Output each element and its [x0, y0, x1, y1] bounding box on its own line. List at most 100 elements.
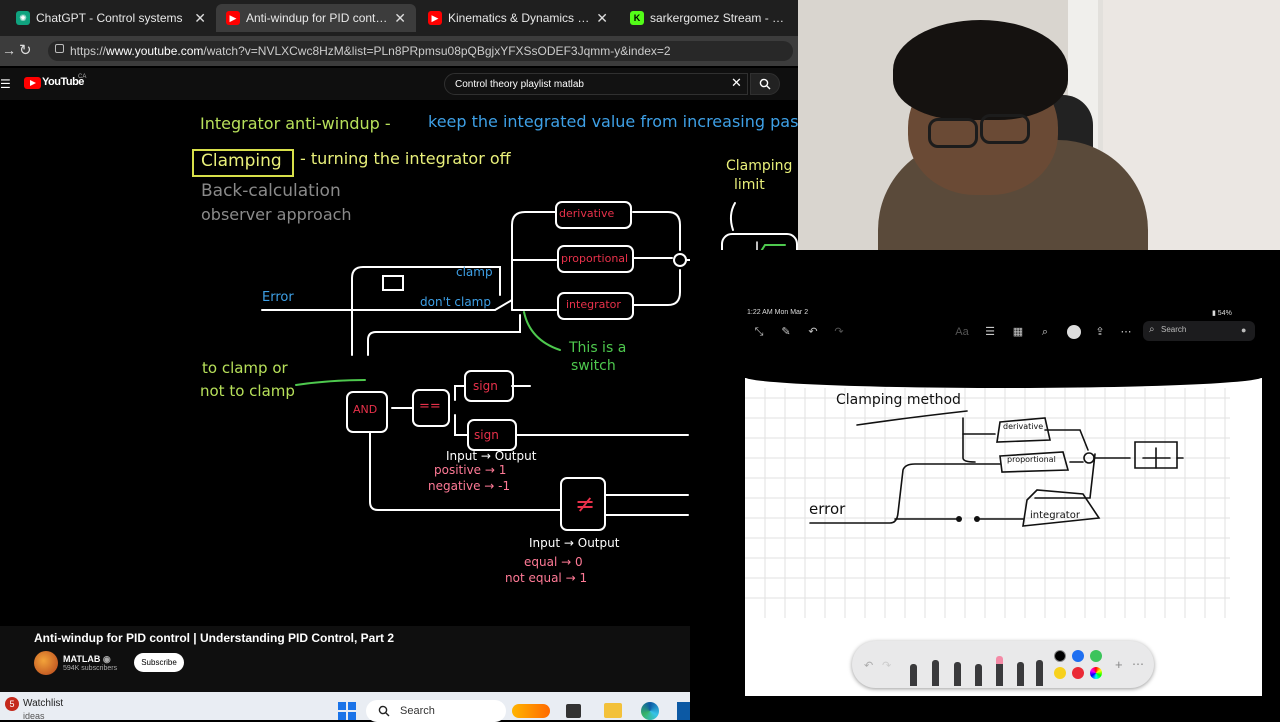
markup-icon[interactable]	[1067, 325, 1081, 339]
table-icon[interactable]: ▦	[1011, 326, 1025, 338]
microphone-icon[interactable]: ●	[1241, 325, 1246, 335]
color-green-swatch[interactable]	[1090, 650, 1102, 662]
tab-kick-stream[interactable]: K sarkergomez Stream - Watch Live	[620, 4, 800, 32]
color-yellow-swatch[interactable]	[1054, 667, 1066, 679]
clamping-limit-label-2: limit	[734, 177, 765, 193]
ipad-time: 1:22 AM	[747, 309, 773, 316]
more-tools-icon[interactable]: ⋯	[1132, 657, 1144, 671]
search-query: Control theory playlist matlab	[455, 79, 584, 90]
menu-icon[interactable]: ☰	[0, 77, 11, 91]
ruler-tool-icon[interactable]	[1036, 660, 1043, 686]
channel-name[interactable]: MATLAB ◉	[63, 654, 111, 665]
sign-block-bottom: sign	[474, 428, 499, 442]
search-input[interactable]: Control theory playlist matlab	[444, 73, 748, 95]
youtube-icon: ▶	[428, 11, 442, 25]
subscribe-button[interactable]: Subscribe	[134, 653, 184, 672]
color-picker-swatch[interactable]	[1090, 667, 1102, 679]
youtube-logo-icon[interactable]	[24, 77, 41, 89]
reload-icon[interactable]: ↻	[19, 41, 32, 59]
ipad-status-battery: ▮ 54%	[1212, 310, 1232, 317]
undo-icon[interactable]: ↶	[806, 326, 820, 338]
undo-icon[interactable]: ↶	[864, 659, 873, 672]
sign-io-header: Input → Output	[446, 449, 537, 463]
fountain-pen-tool-icon[interactable]	[954, 662, 961, 686]
channel-name-text: MATLAB	[63, 654, 101, 664]
task-view-icon[interactable]	[566, 704, 581, 718]
switch-note: This is a	[569, 340, 627, 356]
marker-tool-icon[interactable]	[975, 664, 982, 686]
windows-start-icon[interactable]	[338, 702, 356, 720]
youtube-icon: ▶	[226, 11, 240, 25]
file-explorer-icon[interactable]	[604, 703, 622, 718]
channel-avatar[interactable]	[34, 651, 58, 675]
ipad-date: Mon Mar 2	[774, 309, 809, 316]
clamp-label: clamp	[456, 265, 493, 279]
tab-title: Kinematics & Dynamics of a Partic	[448, 11, 590, 25]
equal-block: ==	[419, 399, 441, 414]
attachment-icon[interactable]: ⌕	[1038, 326, 1052, 338]
block-diagram	[192, 149, 798, 531]
kick-icon: K	[630, 11, 644, 25]
search-highlight-icon[interactable]	[512, 704, 550, 718]
eraser-tool-icon[interactable]	[996, 656, 1003, 686]
back-calculation-label: Back-calculation	[201, 181, 341, 201]
neq-equal-row: equal → 0	[524, 555, 583, 569]
ipad-search-label: Search	[1161, 325, 1187, 334]
color-red-swatch[interactable]	[1072, 667, 1084, 679]
share-icon[interactable]: ⇪	[1093, 326, 1107, 338]
forward-arrow-icon[interactable]: →	[2, 42, 16, 58]
proportional-block: proportional	[561, 252, 629, 265]
lasso-tool-icon[interactable]	[1017, 662, 1024, 686]
note-proportional: proportional	[1007, 455, 1056, 464]
ipad-search-field[interactable]: ⌕ Search ●	[1143, 321, 1255, 341]
subscriber-count: 594K subscribers	[63, 665, 118, 672]
close-tab-icon[interactable]: ✕	[194, 10, 206, 27]
observer-approach-label: observer approach	[201, 205, 352, 224]
close-tab-icon[interactable]: ✕	[596, 10, 608, 27]
search-icon: ⌕	[1149, 324, 1155, 335]
tab-anti-windup[interactable]: ▶ Anti-windup for PID control | Undi ✕	[216, 4, 416, 32]
tab-chatgpt[interactable]: ✺ ChatGPT - Control systems ✕	[6, 4, 216, 32]
heading-keep-value: keep the integrated value from increasin…	[428, 112, 805, 131]
not-equal-block: ≠	[575, 490, 596, 518]
search-button[interactable]	[750, 73, 780, 95]
store-icon[interactable]	[677, 702, 690, 720]
widget-badge-icon[interactable]: 5	[5, 697, 19, 711]
derivative-block: derivative	[559, 207, 615, 220]
chatgpt-icon: ✺	[16, 11, 30, 25]
more-icon[interactable]: ⋯	[1119, 326, 1133, 338]
taskbar-search[interactable]: Search	[366, 700, 506, 722]
url-path: /watch?v=NVLXCwc8HzM&list=PLn8PRpmsu08pQ…	[203, 44, 671, 58]
text-style-icon[interactable]: Aa	[955, 326, 969, 338]
edit-icon[interactable]: ✎	[779, 326, 793, 338]
monoline-tool-icon[interactable]	[932, 660, 939, 686]
collapse-icon[interactable]: ⤡	[752, 326, 766, 338]
tab-kinematics[interactable]: ▶ Kinematics & Dynamics of a Partic ✕	[418, 4, 618, 32]
sign-block-top: sign	[473, 379, 498, 393]
pen-tool-icon[interactable]	[910, 664, 917, 686]
color-black-swatch[interactable]	[1054, 650, 1066, 662]
checklist-icon[interactable]: ☰	[983, 326, 997, 338]
edge-icon[interactable]	[641, 702, 659, 720]
ipad-battery: 54%	[1217, 310, 1232, 317]
color-blue-swatch[interactable]	[1072, 650, 1084, 662]
url-host: www.youtube.com	[106, 44, 204, 58]
redo-icon[interactable]: ↷	[882, 659, 891, 672]
integrator-block: integrator	[566, 298, 621, 311]
webcam-feed	[798, 0, 1280, 250]
redo-icon[interactable]: ↷	[832, 326, 846, 338]
clamping-label: Clamping	[201, 151, 282, 171]
sign-positive-row: positive → 1	[434, 463, 507, 477]
note-derivative: derivative	[1003, 422, 1044, 431]
switch-note-2: switch	[571, 358, 616, 374]
close-tab-icon[interactable]: ✕	[394, 10, 406, 27]
add-tool-icon[interactable]: +	[1115, 657, 1123, 672]
site-info-icon[interactable]	[55, 44, 64, 53]
ipad-status-time: 1:22 AM Mon Mar 2	[747, 309, 808, 316]
url-field[interactable]: https://www.youtube.com/watch?v=NVLXCwc8…	[48, 41, 793, 61]
clear-search-icon[interactable]: ✕	[731, 75, 742, 91]
neq-io-header: Input → Output	[529, 536, 620, 550]
search-icon	[759, 78, 771, 90]
widget-title[interactable]: Watchlist	[23, 698, 63, 709]
note-integrator: integrator	[1030, 510, 1080, 521]
